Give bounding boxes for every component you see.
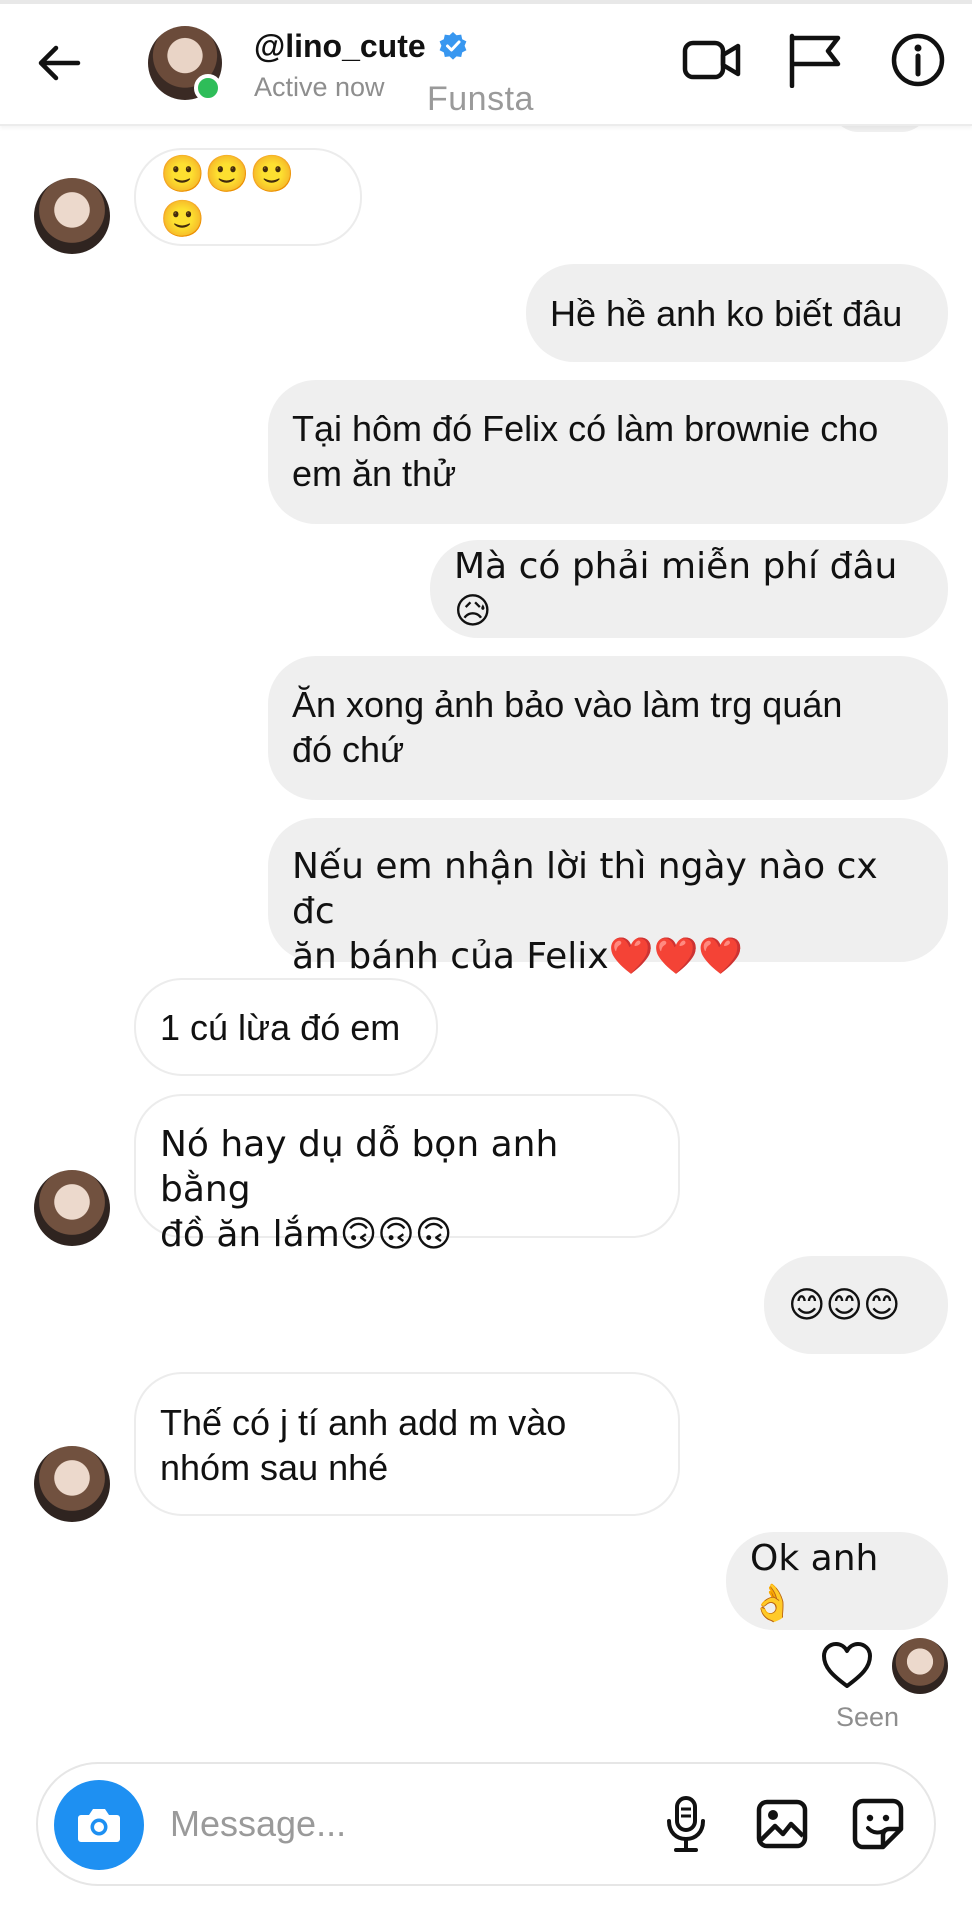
message-text: 😊😊😊 — [788, 1284, 901, 1326]
message-text-line: Nó hay dụ dỗ bọn anh bằng — [160, 1124, 559, 1210]
voice-message-button[interactable] — [654, 1792, 718, 1856]
incoming-message[interactable]: Nó hay dụ dỗ bọn anh bằng đồ ăn lắm🙃🙃🙃 — [134, 1094, 680, 1255]
sender-avatar[interactable] — [34, 1170, 110, 1246]
back-button[interactable] — [34, 38, 84, 88]
message-text-line: Tại hôm đó Felix có làm brownie cho — [292, 408, 879, 449]
sticker-icon — [852, 1798, 904, 1850]
incoming-message[interactable]: Thế có j tí anh add m vào nhóm sau nhé — [134, 1372, 680, 1516]
message-text: Ok anh 👌 — [750, 1538, 879, 1624]
like-button[interactable] — [820, 1640, 874, 1690]
message-text: 1 cú lừa đó em — [160, 1006, 401, 1048]
message-text: Hề hề anh ko biết đâu — [550, 292, 903, 334]
chat-header: @lino_cute Active now Funsta — [0, 0, 972, 126]
message-text-line: đó chứ — [292, 729, 405, 770]
back-arrow-icon — [38, 45, 81, 81]
video-call-icon — [682, 40, 741, 80]
message-text: Mà có phải miễn phí đâu😥 — [454, 546, 898, 632]
verified-badge-icon — [439, 32, 467, 60]
message-input[interactable] — [170, 1794, 630, 1854]
incoming-message[interactable]: 1 cú lừa đó em — [134, 978, 438, 1076]
report-button[interactable] — [782, 28, 846, 92]
message-text: 🙂🙂🙂🙂 — [160, 154, 295, 240]
video-call-button[interactable] — [680, 28, 744, 92]
message-text-line: Thế có j tí anh add m vào — [160, 1402, 567, 1443]
outgoing-message[interactable]: Mà có phải miễn phí đâu😥 — [430, 540, 948, 638]
message-text-line: ăn bánh của Felix❤️❤️❤️ — [292, 936, 744, 977]
conversation-info-button[interactable] — [886, 28, 950, 92]
seen-label: Seen — [836, 1702, 900, 1732]
sender-avatar[interactable] — [34, 1446, 110, 1522]
message-text-line: em ăn thử — [292, 453, 457, 494]
heart-icon — [822, 1642, 872, 1688]
username[interactable]: @lino_cute — [254, 28, 426, 65]
gallery-button[interactable] — [750, 1792, 814, 1856]
outgoing-message[interactable]: Ăn xong ảnh bảo vào làm trg quán đó chứ — [268, 656, 948, 800]
info-icon — [891, 33, 945, 87]
message-text-line: Nếu em nhận lời thì ngày nào cx đc — [292, 846, 878, 932]
active-status: Active now — [254, 72, 385, 102]
username-row[interactable]: @lino_cute — [254, 26, 468, 66]
outgoing-message[interactable]: Ok anh 👌 — [726, 1532, 948, 1630]
message-composer — [36, 1762, 936, 1886]
camera-button[interactable] — [54, 1780, 144, 1870]
microphone-icon — [667, 1796, 705, 1852]
message-text-line: nhóm sau nhé — [160, 1447, 389, 1488]
seen-by-avatar — [892, 1638, 948, 1694]
message-text-line: đồ ăn lắm🙃🙃🙃 — [160, 1214, 453, 1255]
camera-icon — [78, 1809, 120, 1842]
outgoing-message[interactable]: Tại hôm đó Felix có làm brownie cho em ă… — [268, 380, 948, 524]
gallery-icon — [756, 1799, 808, 1849]
online-indicator — [194, 74, 222, 102]
message-thread[interactable]: 🙂🙂🙂🙂 Hề hề anh ko biết đâu Tại hôm đó Fe… — [0, 106, 972, 1740]
account-label: Funsta — [427, 80, 534, 118]
sender-avatar[interactable] — [34, 178, 110, 254]
outgoing-message[interactable]: 😊😊😊 — [764, 1256, 948, 1354]
incoming-message[interactable]: 🙂🙂🙂🙂 — [134, 148, 362, 246]
flag-icon — [789, 33, 841, 88]
outgoing-message[interactable]: Nếu em nhận lời thì ngày nào cx đc ăn bá… — [268, 818, 948, 977]
sticker-button[interactable] — [846, 1792, 910, 1856]
status-bar-edge — [0, 0, 972, 4]
message-text-line: Ăn xong ảnh bảo vào làm trg quán — [292, 684, 843, 725]
outgoing-message[interactable]: Hề hề anh ko biết đâu — [526, 264, 948, 362]
